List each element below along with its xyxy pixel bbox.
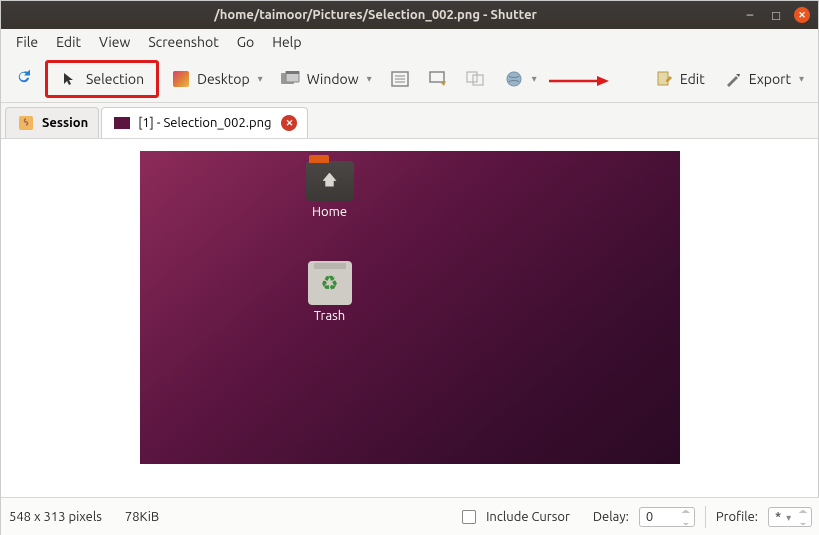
menubar: File Edit View Screenshot Go Help <box>1 29 818 55</box>
chevron-down-icon: ▾ <box>799 73 804 85</box>
edit-icon <box>654 69 674 89</box>
separator <box>705 506 706 528</box>
tooltip-capture-icon <box>428 69 448 89</box>
export-icon <box>723 69 743 89</box>
selection-label: Selection <box>86 71 144 87</box>
chevron-down-icon: ▾ <box>258 73 263 85</box>
window-icon <box>281 69 301 89</box>
selection-button[interactable]: Selection <box>45 60 159 98</box>
session-icon <box>16 113 36 133</box>
window-buttons: – □ <box>742 7 810 23</box>
desktop-label: Desktop <box>197 71 250 87</box>
desktop-trash-icon: Trash <box>295 261 365 323</box>
session-label: Session <box>42 116 88 130</box>
titlebar: /home/taimoor/Pictures/Selection_002.png… <box>1 1 818 29</box>
menu-help[interactable]: Help <box>263 32 310 52</box>
screenshot-preview[interactable]: Home Trash <box>140 151 680 464</box>
canvas-area: Home Trash <box>1 139 818 475</box>
window-label: Window <box>307 71 359 87</box>
tab-bar: Session [1] - Selection_002.png ✕ <box>1 103 818 139</box>
export-button[interactable]: Export ▾ <box>717 65 810 93</box>
window-button[interactable]: Window ▾ <box>275 65 378 93</box>
image-dimensions: 548 x 313 pixels <box>9 510 102 524</box>
web-capture-button[interactable]: ▾ <box>498 65 543 93</box>
desktop-button[interactable]: Desktop ▾ <box>165 65 269 93</box>
chevron-down-icon: ▾ <box>367 73 372 85</box>
chevron-down-icon: ▾ <box>532 73 537 85</box>
trash-label: Trash <box>295 309 365 323</box>
redo-icon <box>15 68 33 89</box>
desktop-icon <box>171 69 191 89</box>
profile-label: Profile: <box>716 510 758 524</box>
menu-screenshot[interactable]: Screenshot <box>139 32 227 52</box>
menu-go[interactable]: Go <box>228 32 263 52</box>
close-button[interactable] <box>794 7 810 23</box>
arrow-annotation <box>549 74 609 84</box>
tooltip-capture-button[interactable] <box>422 65 454 93</box>
window-title: /home/taimoor/Pictures/Selection_002.png… <box>9 8 742 22</box>
menu-edit[interactable]: Edit <box>47 32 90 52</box>
home-label: Home <box>295 205 365 219</box>
area-capture-button[interactable] <box>460 65 492 93</box>
desktop-home-icon: Home <box>295 161 365 219</box>
cursor-icon <box>60 69 80 89</box>
profile-select[interactable]: * ▾ <box>768 507 812 527</box>
menu-file[interactable]: File <box>7 32 47 52</box>
delay-label: Delay: <box>593 510 629 524</box>
statusbar: 548 x 313 pixels 78KiB Include Cursor De… <box>1 497 819 535</box>
menu-view[interactable]: View <box>90 32 139 52</box>
delay-input[interactable]: 0 <box>639 507 695 527</box>
redo-button[interactable] <box>9 64 39 93</box>
include-cursor-checkbox[interactable] <box>462 510 476 524</box>
area-capture-icon <box>466 69 486 89</box>
menu-capture-icon <box>390 69 410 89</box>
home-folder-icon <box>306 161 354 201</box>
file-tab-label: [1] - Selection_002.png <box>138 116 271 130</box>
trash-bin-icon <box>308 261 352 305</box>
globe-icon <box>504 69 524 89</box>
edit-button[interactable]: Edit <box>648 65 711 93</box>
file-thumb-icon <box>112 113 132 133</box>
tab-file[interactable]: [1] - Selection_002.png ✕ <box>101 107 308 138</box>
tab-close-button[interactable]: ✕ <box>281 115 297 131</box>
edit-label: Edit <box>680 71 705 87</box>
file-size: 78KiB <box>125 510 159 524</box>
include-cursor-label: Include Cursor <box>486 510 570 524</box>
menu-capture-button[interactable] <box>384 65 416 93</box>
tab-session[interactable]: Session <box>5 107 99 138</box>
toolbar: Selection Desktop ▾ Window ▾ ▾ Edit <box>1 55 818 103</box>
maximize-button[interactable]: □ <box>768 7 784 23</box>
minimize-button[interactable]: – <box>742 7 758 23</box>
export-label: Export <box>749 71 791 87</box>
